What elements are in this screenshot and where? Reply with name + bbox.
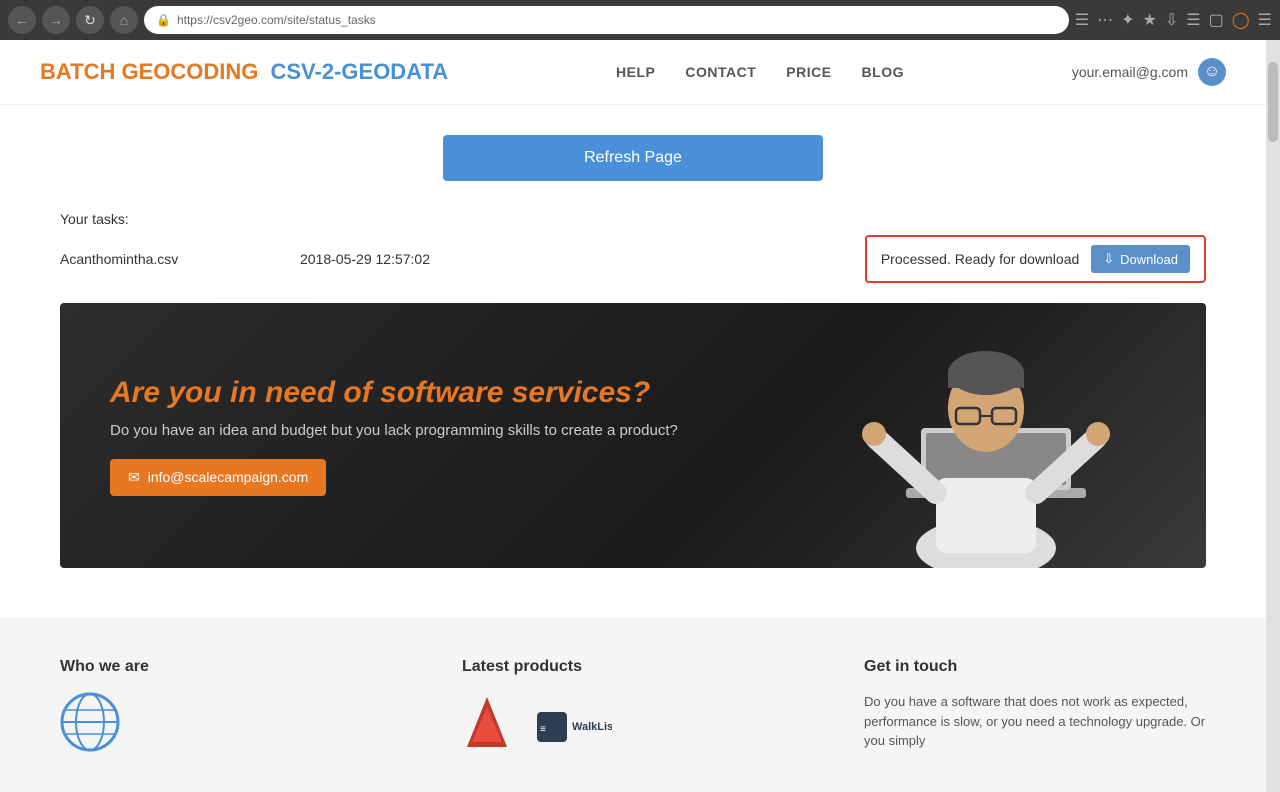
svg-text:≡: ≡ — [540, 724, 546, 735]
footer-get-in-touch-body: Do you have a software that does not wor… — [864, 692, 1206, 751]
svg-text:WalkLists: WalkLists — [572, 721, 612, 733]
task-date: 2018-05-29 12:57:02 — [260, 251, 865, 267]
footer-col-get-in-touch: Get in touch Do you have a software that… — [864, 658, 1206, 752]
logo-csv-text: CSV-2-GEODATA — [271, 59, 449, 84]
page-content: BATCH GEOCODING CSV-2-GEODATA HELP CONTA… — [0, 40, 1266, 792]
promo-banner: Are you in need of software services? Do… — [60, 303, 1206, 568]
reader-icon[interactable]: ▢ — [1209, 10, 1224, 30]
nav-blog[interactable]: BLOG — [862, 64, 904, 80]
banner-email-label: info@scalecampaign.com — [148, 469, 309, 485]
browser-chrome: ← → ↻ ⌂ 🔒 https://csv2geo.com/site/statu… — [0, 0, 1280, 40]
task-status-box: Processed. Ready for download ⇩ Download — [865, 235, 1206, 283]
download-icon: ⇩ — [1103, 251, 1114, 267]
scrollbar-thumb[interactable] — [1268, 62, 1278, 142]
footer-col-latest-products: Latest products ≡ WalkLists — [462, 658, 804, 752]
footer-col-who-we-are: Who we are — [60, 658, 402, 752]
site-header: BATCH GEOCODING CSV-2-GEODATA HELP CONTA… — [0, 40, 1266, 105]
email-icon: ✉ — [128, 469, 140, 486]
url-text: https://csv2geo.com/site/status_tasks — [177, 13, 376, 27]
download-button[interactable]: ⇩ Download — [1091, 245, 1190, 273]
scrollbar[interactable] — [1266, 40, 1280, 792]
product-logos: ≡ WalkLists — [462, 692, 804, 752]
user-avatar-icon[interactable]: ☺ — [1198, 58, 1226, 86]
refresh-page-button[interactable]: Refresh Page — [443, 135, 823, 181]
history-icon[interactable]: ☰ — [1186, 10, 1200, 30]
footer-logo-area — [60, 692, 402, 752]
footer-globe-icon — [60, 692, 120, 752]
banner-email-button[interactable]: ✉ info@scalecampaign.com — [110, 459, 326, 496]
download-browser-icon[interactable]: ⇩ — [1165, 10, 1178, 30]
main-content: Refresh Page Your tasks: Acanthomintha.c… — [0, 105, 1266, 618]
forward-button[interactable]: → — [42, 6, 70, 34]
security-icon: 🔒 — [156, 13, 171, 27]
logo: BATCH GEOCODING CSV-2-GEODATA — [40, 59, 448, 85]
user-email: your.email@g.com — [1072, 64, 1188, 80]
download-label: Download — [1120, 252, 1178, 267]
pocket-icon[interactable]: ✦ — [1121, 10, 1134, 30]
page-wrapper: BATCH GEOCODING CSV-2-GEODATA HELP CONTA… — [0, 40, 1280, 792]
product2-logo: ≡ WalkLists — [532, 702, 612, 752]
product1-logo — [462, 692, 512, 752]
logo-batch-text: BATCH GEOCODING — [40, 59, 258, 84]
banner-headline: Are you in need of software services? — [110, 376, 1156, 410]
task-row: Acanthomintha.csv 2018-05-29 12:57:02 Pr… — [60, 235, 1206, 283]
firefox-icon[interactable]: ◯ — [1232, 10, 1250, 30]
task-filename: Acanthomintha.csv — [60, 251, 260, 267]
user-area: your.email@g.com ☺ — [1072, 58, 1226, 86]
site-nav: HELP CONTACT PRICE BLOG — [616, 64, 904, 80]
browser-right-icons: ☰ ⋯ ✦ ★ ⇩ ☰ ▢ ◯ ☰ — [1075, 10, 1272, 30]
footer-who-we-are-title: Who we are — [60, 658, 402, 676]
nav-help[interactable]: HELP — [616, 64, 655, 80]
tasks-label: Your tasks: — [60, 211, 1206, 227]
refresh-browser-button[interactable]: ↻ — [76, 6, 104, 34]
menu-icon[interactable]: ☰ — [1258, 10, 1272, 30]
star-icon[interactable]: ★ — [1143, 10, 1157, 30]
banner-subtext: Do you have an idea and budget but you l… — [110, 422, 1156, 439]
nav-price[interactable]: PRICE — [786, 64, 831, 80]
bookmarks-icon[interactable]: ☰ — [1075, 10, 1089, 30]
banner-text-area: Are you in need of software services? Do… — [110, 376, 1156, 496]
home-button[interactable]: ⌂ — [110, 6, 138, 34]
footer-latest-products-title: Latest products — [462, 658, 804, 676]
extensions-icon[interactable]: ⋯ — [1097, 10, 1113, 30]
nav-contact[interactable]: CONTACT — [685, 64, 756, 80]
footer-section: Who we are Latest products — [0, 618, 1266, 792]
task-status-text: Processed. Ready for download — [881, 251, 1079, 267]
back-button[interactable]: ← — [8, 6, 36, 34]
footer-get-in-touch-title: Get in touch — [864, 658, 1206, 676]
address-bar[interactable]: 🔒 https://csv2geo.com/site/status_tasks — [144, 6, 1069, 34]
